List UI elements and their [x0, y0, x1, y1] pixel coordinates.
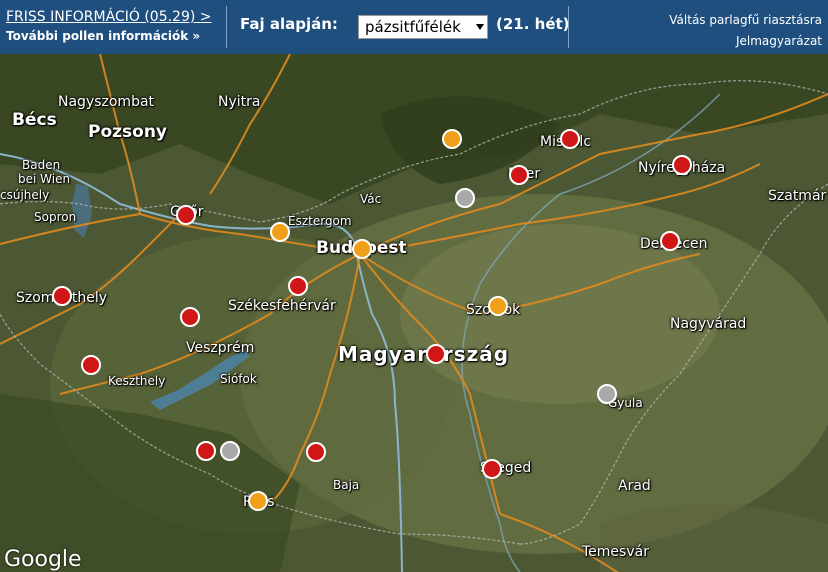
station-marker-budapest[interactable] [352, 239, 372, 259]
right-links: Váltás parlagfű riasztásra Jelmagyarázat [669, 10, 822, 52]
station-marker-tatabanya[interactable] [270, 222, 290, 242]
species-label: Faj alapján: [240, 15, 338, 33]
city-label-veszprem: Veszprém [186, 340, 255, 356]
city-label-esztergom: Esztergom [288, 214, 352, 228]
station-marker-kecskemet[interactable] [426, 344, 446, 364]
top-bar: FRISS INFORMÁCIÓ (05.29) > További polle… [0, 0, 828, 54]
city-label-csuhely: csújhely [0, 188, 50, 202]
legend-link[interactable]: Jelmagyarázat [669, 31, 822, 52]
station-marker-kaposvar[interactable] [196, 441, 216, 461]
station-marker-szombathely[interactable] [52, 286, 72, 306]
city-label-arad: Arad [618, 478, 651, 494]
station-marker-debrecen[interactable] [660, 231, 680, 251]
map-view[interactable]: Bécs Pozsony Nagyszombat Nyitra Baden bei Wie… [0, 54, 828, 572]
station-marker-eger[interactable] [509, 165, 529, 185]
city-label-baja: Baja [333, 478, 360, 492]
station-marker-miskolc[interactable] [560, 129, 580, 149]
station-marker-nyiregyhaza[interactable] [672, 155, 692, 175]
city-label-keszthely: Keszthely [108, 374, 166, 388]
city-label-becs: Bécs [12, 110, 57, 130]
city-label-beiwien: bei Wien [18, 172, 71, 186]
station-marker-gyongyos[interactable] [442, 129, 462, 149]
chevron-down-icon [476, 24, 484, 30]
station-marker-szeged[interactable] [482, 459, 502, 479]
city-label-vac: Vác [360, 192, 382, 206]
station-marker-szolnok[interactable] [488, 296, 508, 316]
station-marker-pecs[interactable] [248, 491, 268, 511]
station-marker-szekesfehervar[interactable] [288, 276, 308, 296]
city-label-siofok: Siófok [220, 372, 257, 386]
city-label-baden: Baden [22, 158, 61, 172]
google-logo: Google [4, 547, 82, 572]
station-marker-szekszard[interactable] [306, 442, 326, 462]
divider [568, 6, 569, 48]
week-label: (21. hét) [496, 15, 570, 33]
species-select-value: pázsitfűfélék [365, 18, 461, 36]
more-pollen-link[interactable]: További pollen információk » [6, 26, 212, 46]
station-marker-kaposvar2[interactable] [220, 441, 240, 461]
city-label-sopron: Sopron [34, 210, 77, 224]
country-label: Magyarország [338, 342, 510, 366]
station-marker-veszprem[interactable] [180, 307, 200, 327]
city-label-temesvar: Temesvár [582, 544, 649, 560]
city-label-szekesfehervar: Székesfehérvár [228, 298, 336, 314]
station-marker-salgotarjan[interactable] [455, 188, 475, 208]
city-label-nyitra: Nyitra [218, 94, 261, 110]
city-label-nagyvarad: Nagyvárad [670, 316, 747, 332]
info-links: FRISS INFORMÁCIÓ (05.29) > További polle… [6, 8, 212, 46]
divider [226, 6, 227, 48]
species-select[interactable]: pázsitfűfélék [358, 15, 488, 39]
city-label-nagyszombat: Nagyszombat [58, 94, 155, 110]
switch-ragweed-link[interactable]: Váltás parlagfű riasztásra [669, 10, 822, 31]
station-marker-bekescsaba[interactable] [597, 384, 617, 404]
city-label-szatmar: Szatmár [768, 188, 827, 204]
fresh-info-link[interactable]: FRISS INFORMÁCIÓ (05.29) > [6, 8, 212, 26]
city-label-pozsony: Pozsony [88, 122, 168, 142]
station-marker-zalaegerszeg[interactable] [81, 355, 101, 375]
station-marker-gyor[interactable] [176, 205, 196, 225]
